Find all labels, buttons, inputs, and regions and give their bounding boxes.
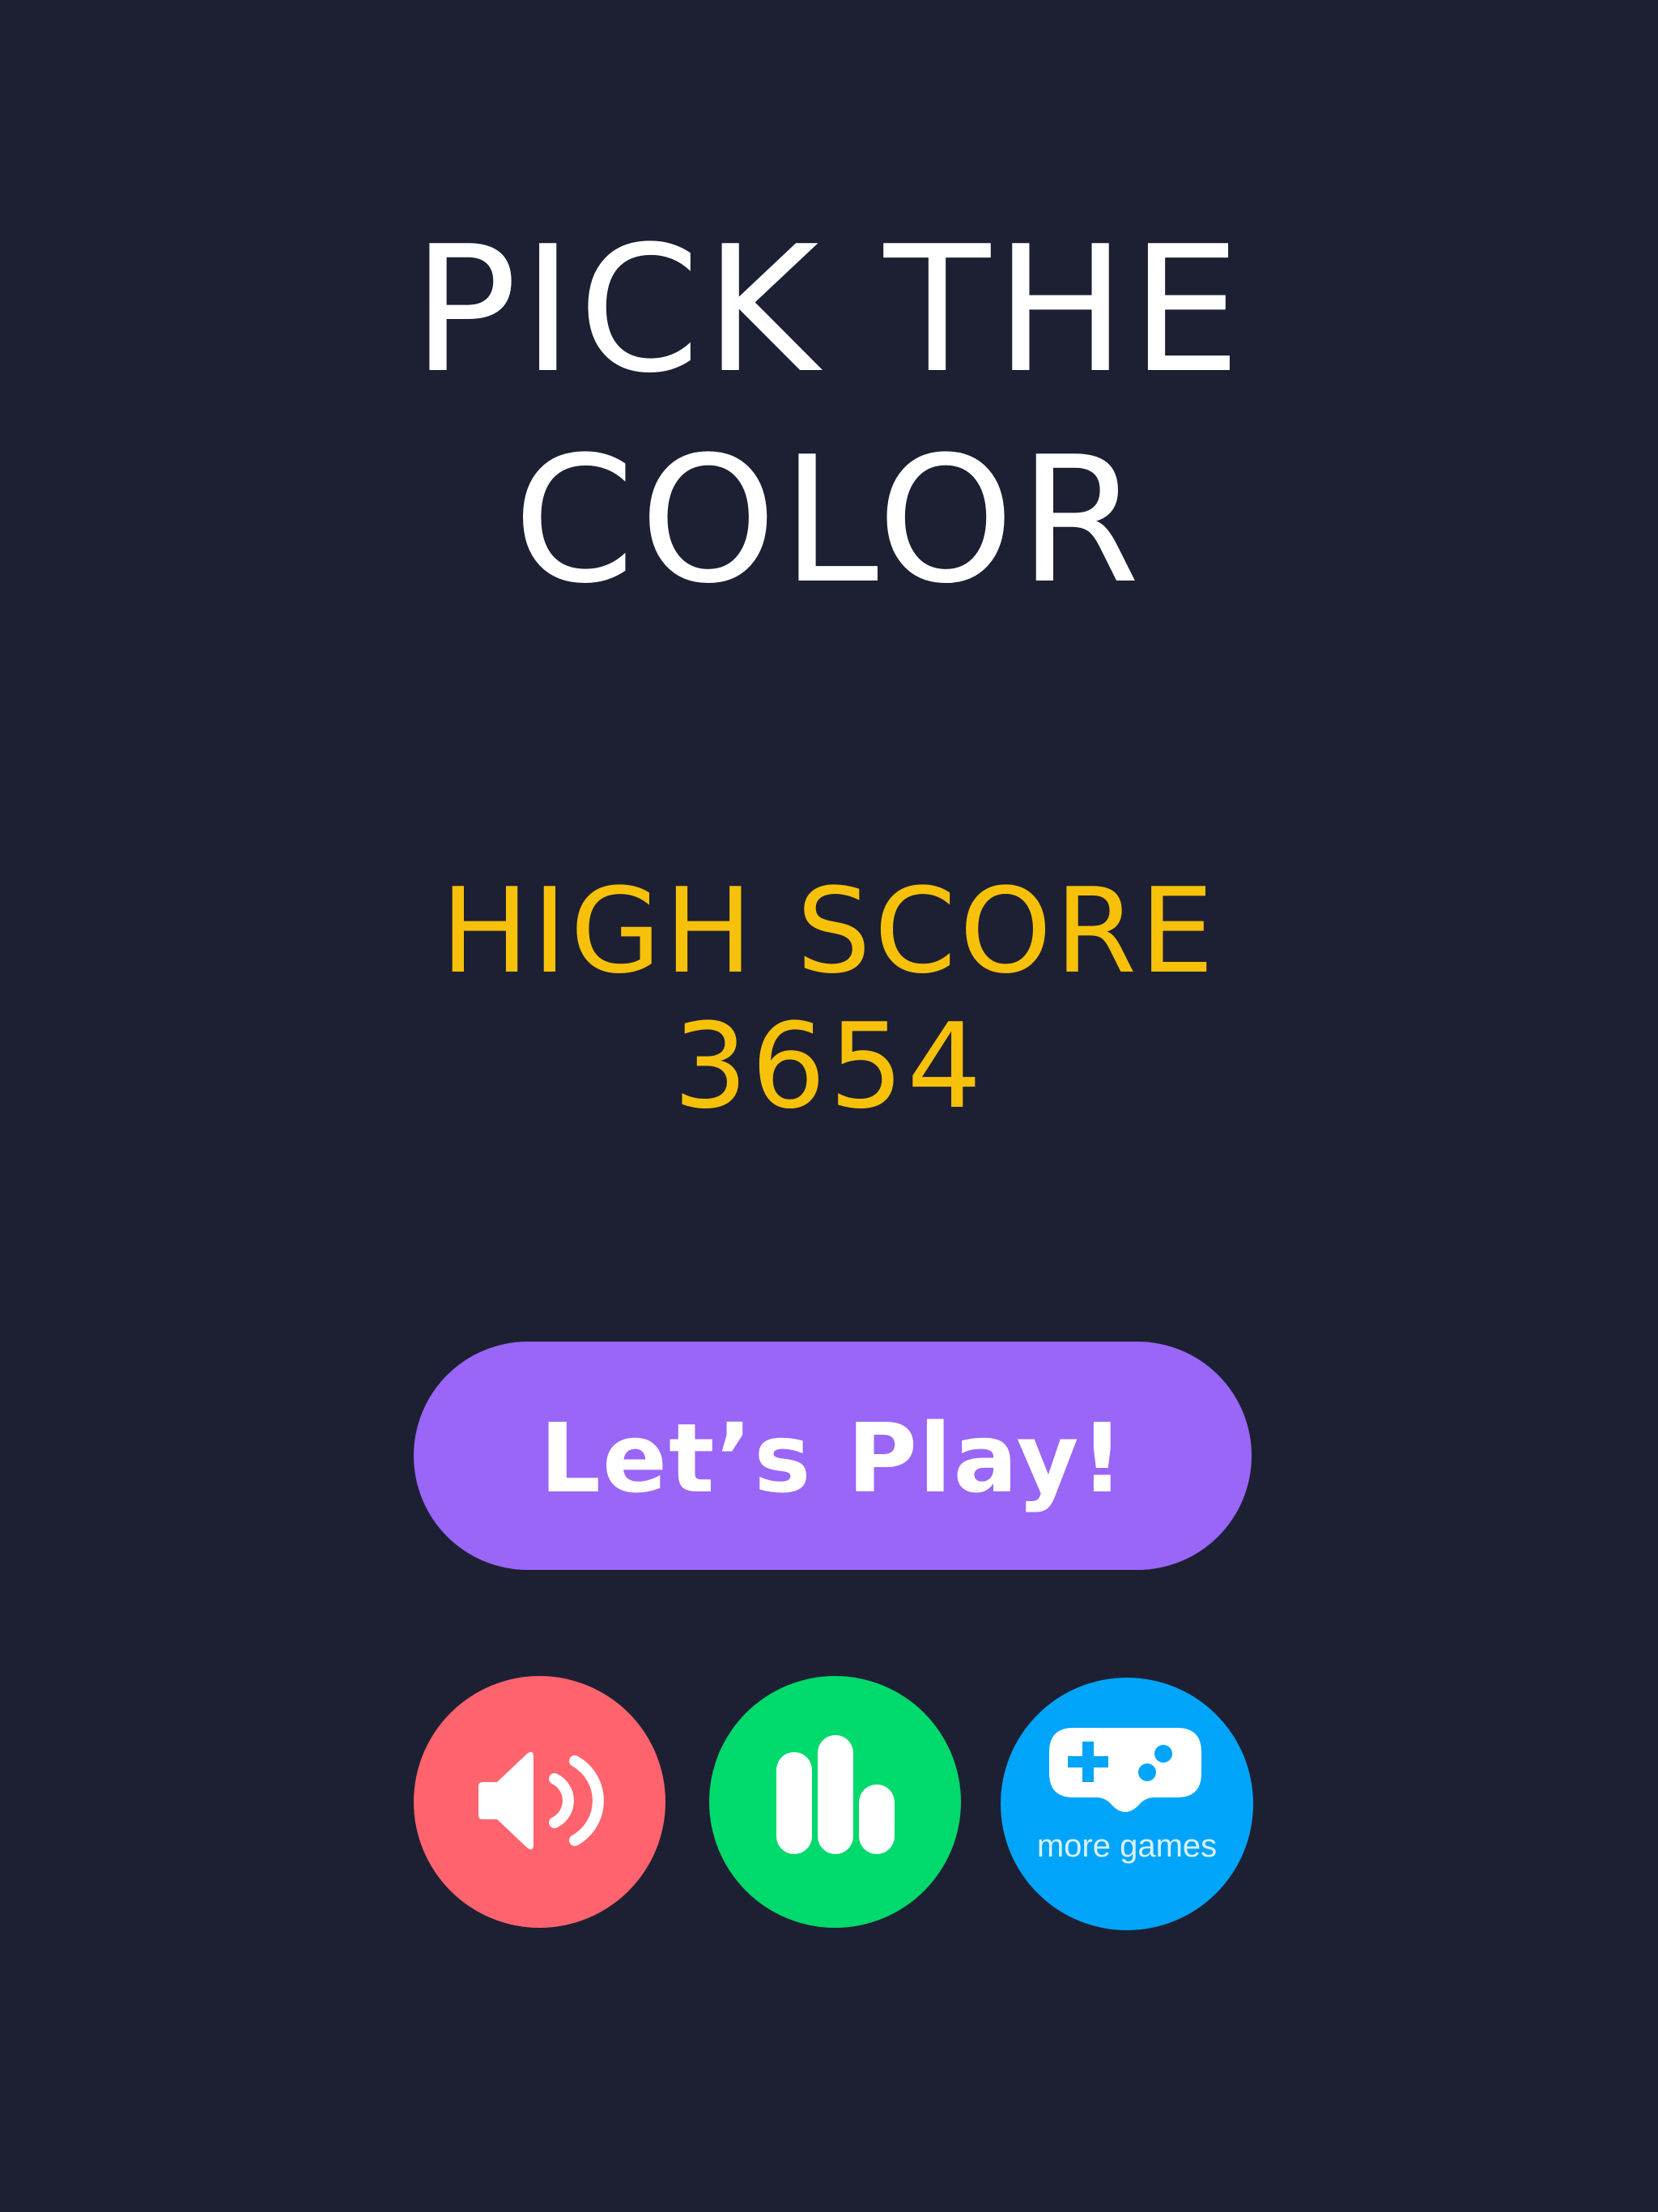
lets-play-button[interactable]: Let’s Play! [414,1342,1252,1570]
more-games-label: more games [1036,1828,1218,1864]
lets-play-label: Let’s Play! [539,1402,1126,1514]
gamepad-icon [1049,1728,1201,1812]
game-title-line-2: COLOR [512,419,1146,622]
more-games-button[interactable]: more games [1001,1678,1253,1930]
leaderboard-button[interactable] [709,1676,961,1928]
high-score-value: 3654 [673,998,985,1135]
high-score-label: HIGH SCORE [440,863,1218,1000]
sound-toggle-button[interactable] [414,1676,665,1928]
bar-chart-icon [776,1735,895,1854]
speaker-volume-icon [478,1751,604,1850]
game-title-line-1: PICK THE [412,208,1246,411]
